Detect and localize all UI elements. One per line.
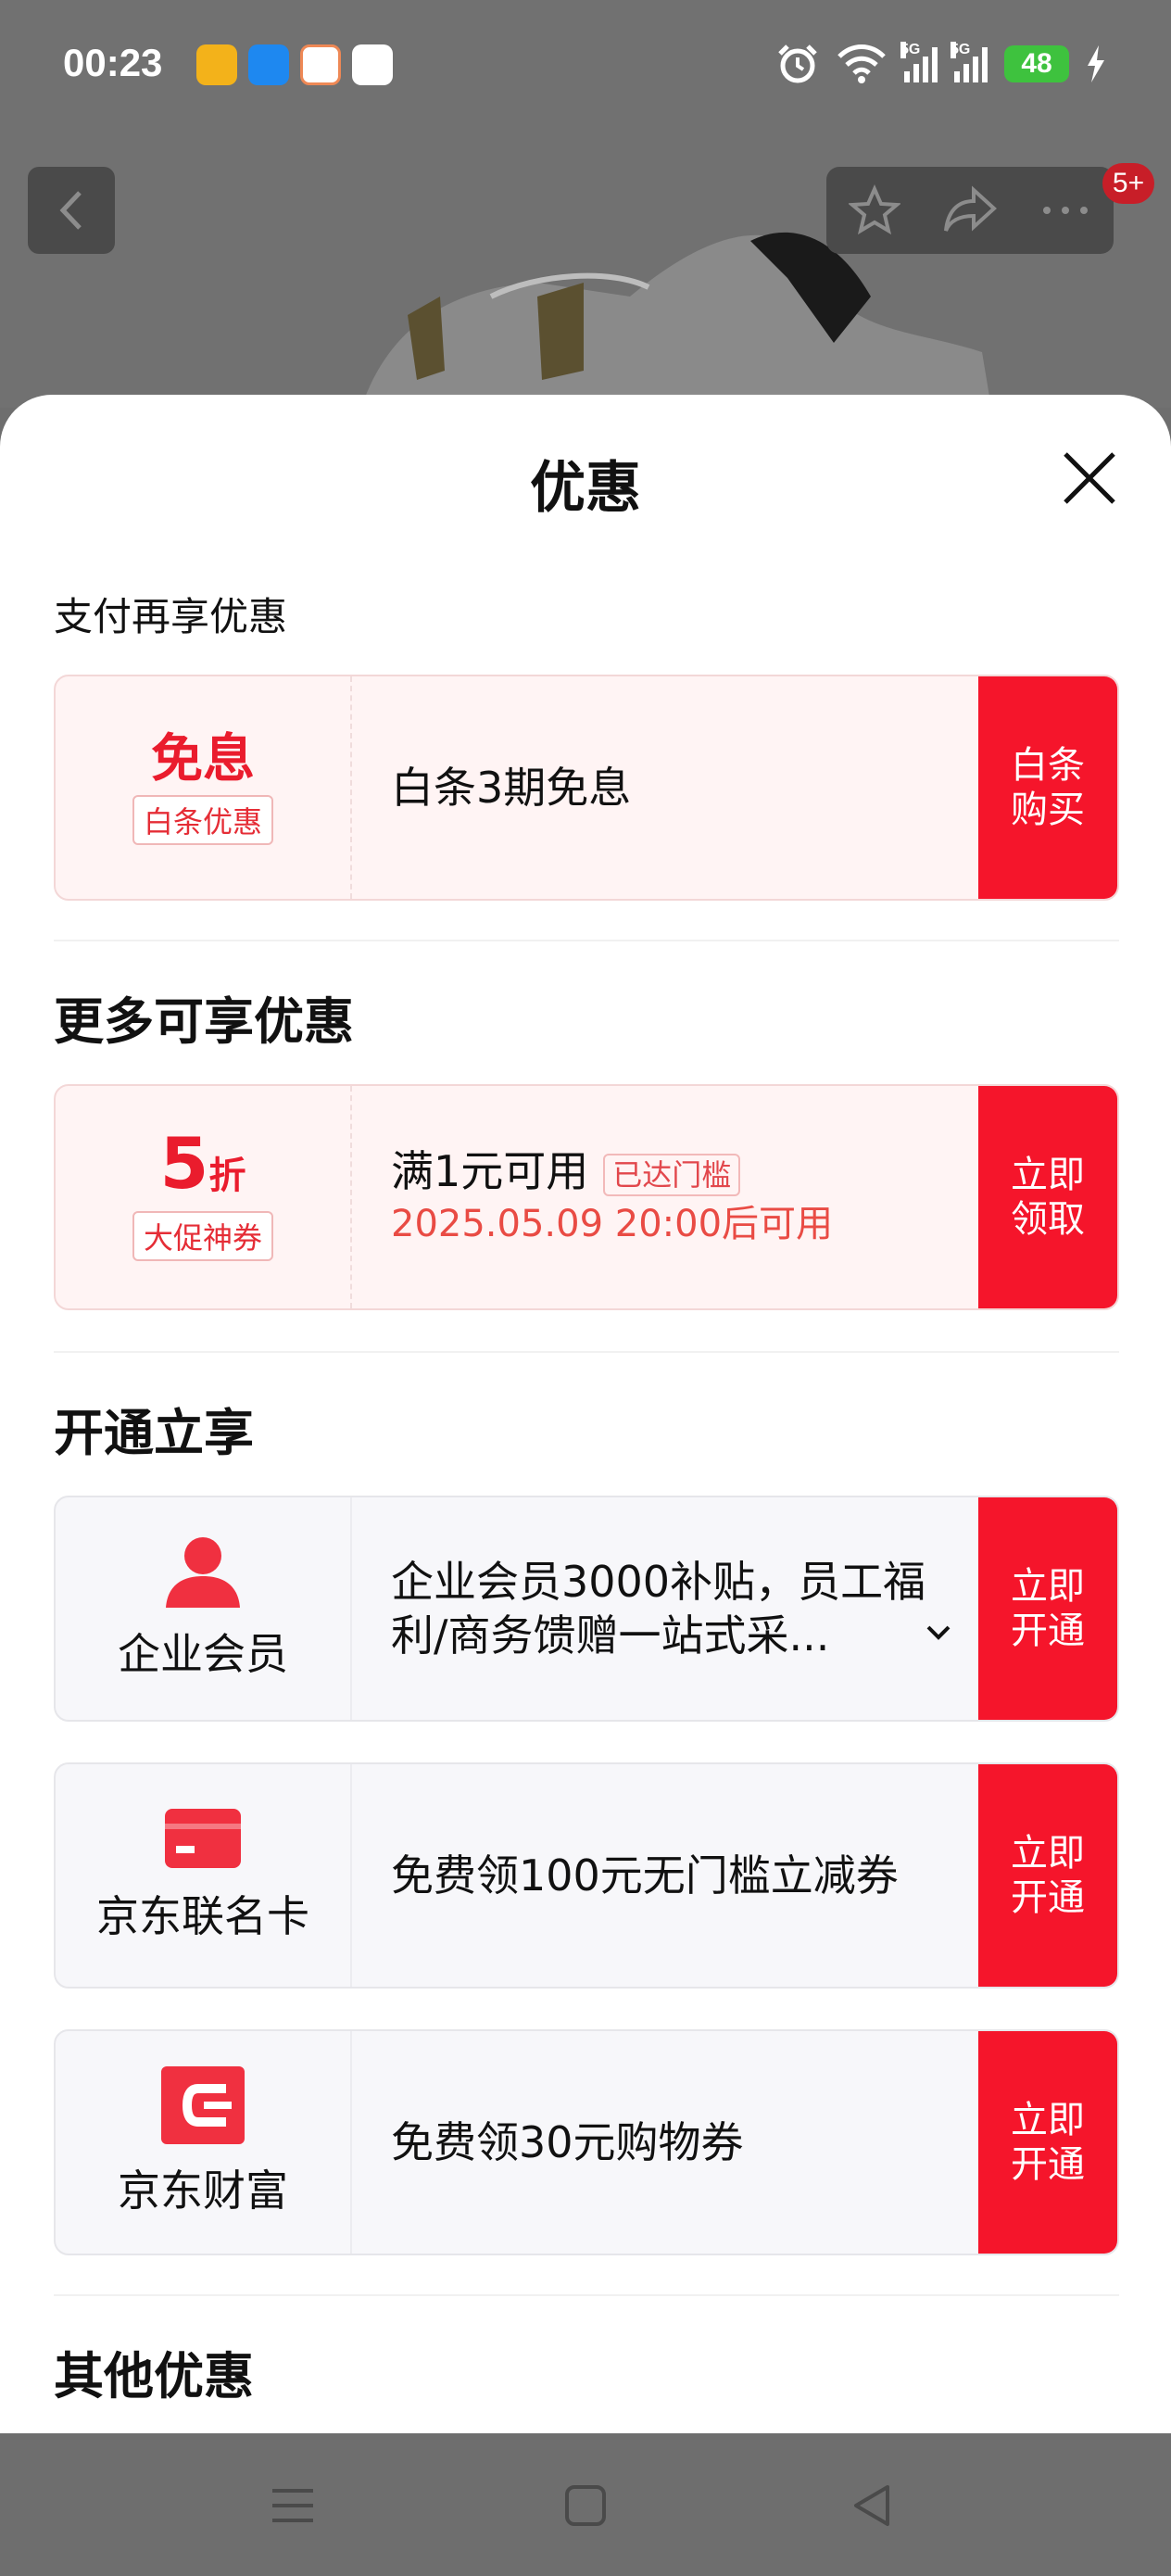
gallery-app-icon	[300, 44, 341, 85]
header-actions	[826, 167, 1114, 254]
baitiao-buy-label: 白条购买	[1011, 744, 1085, 831]
enterprise-member-badge: 企业会员	[56, 1497, 352, 1720]
menu-icon[interactable]	[265, 2480, 321, 2532]
coupon-valid-time: 2025.05.09 20:00后可用	[391, 1203, 834, 1245]
enterprise-member-card: 企业会员 企业会员3000补贴，员工福利/商务馈赠一站式采... 立即开通	[54, 1496, 1119, 1722]
charging-icon	[1088, 45, 1104, 82]
network-type-label: 5G	[900, 42, 921, 58]
section-divider	[54, 2294, 1119, 2296]
coupon-badge: 5折 大促神券	[56, 1086, 352, 1308]
discount-unit: 折	[208, 1154, 246, 1197]
jd-cobrand-text: 免费领100元无门槛立减券	[391, 1850, 899, 1900]
clock: 00:23	[63, 41, 163, 84]
battery-indicator: 48	[1004, 45, 1069, 82]
wifi-icon	[837, 44, 886, 83]
claim-coupon-label: 立即领取	[1011, 1154, 1085, 1241]
section-title-other: 其他优惠	[54, 2347, 254, 2406]
jd-finance-label: 京东财富	[118, 2166, 288, 2216]
enterprise-member-label: 企业会员	[118, 1629, 288, 1679]
baitiao-buy-button[interactable]: 白条购买	[978, 676, 1117, 899]
status-bar: 00:23 5G 5G 48	[0, 0, 1171, 139]
system-navigation-bar	[0, 2433, 1171, 2576]
claim-coupon-button[interactable]: 立即领取	[978, 1086, 1117, 1308]
coupon-tag: 大促神券	[132, 1210, 273, 1261]
back-button[interactable]	[28, 167, 115, 254]
network-type-label: 5G	[951, 42, 971, 58]
jd-finance-text: 免费领30元购物券	[391, 2117, 744, 2167]
promotions-sheet: 优惠 支付再享优惠 免息 白条优惠 白条3期免息 白条购买 更多可享优惠 5折 …	[0, 395, 1171, 2433]
coupon-condition: 满1元可用 已达门槛	[391, 1144, 978, 1198]
close-button[interactable]	[1056, 445, 1123, 511]
interest-free-label: 免息	[151, 729, 255, 789]
more-dots-icon	[1043, 207, 1089, 214]
weibo-app-icon	[196, 44, 237, 85]
favorite-button[interactable]	[833, 173, 916, 247]
jd-finance-open-button[interactable]: 立即开通	[978, 2031, 1117, 2254]
section-divider	[54, 1351, 1119, 1353]
section-title-payment: 支付再享优惠	[54, 594, 288, 639]
enterprise-member-text: 企业会员3000补贴，员工福利/商务馈赠一站式采...	[391, 1557, 926, 1661]
navigation-app-icon	[248, 44, 289, 85]
coupon-card: 5折 大促神券 满1元可用 已达门槛 2025.05.09 20:00后可用 立即…	[54, 1084, 1119, 1310]
coupon-condition-text: 满1元可用	[391, 1146, 589, 1196]
close-icon	[1064, 452, 1115, 504]
sheet-title: 优惠	[530, 456, 641, 521]
threshold-reached-tag: 已达门槛	[603, 1153, 741, 1196]
enterprise-open-label: 立即开通	[1011, 1565, 1085, 1652]
back-triangle-icon[interactable]	[845, 2480, 900, 2532]
star-icon	[848, 184, 900, 235]
baitiao-offer-badge: 免息 白条优惠	[56, 676, 352, 899]
section-title-membership: 开通立享	[54, 1404, 254, 1462]
jd-cobrand-open-button[interactable]: 立即开通	[978, 1764, 1117, 1987]
chevron-left-icon	[59, 191, 82, 230]
credit-card-icon	[165, 1809, 241, 1868]
photos-app-icon	[352, 44, 393, 85]
baitiao-offer-text: 白条3期免息	[391, 763, 632, 813]
jd-finance-logo-icon	[161, 2066, 245, 2144]
share-icon	[943, 185, 997, 232]
jd-finance-card: 京东财富 免费领30元购物券 立即开通	[54, 2029, 1119, 2255]
jd-cobrand-card: 京东联名卡 免费领100元无门槛立减券 立即开通	[54, 1762, 1119, 1989]
home-icon[interactable]	[558, 2480, 613, 2532]
cart-count-badge: 5+	[1102, 163, 1154, 204]
jd-cobrand-label: 京东联名卡	[96, 1891, 309, 1941]
baitiao-tag: 白条优惠	[132, 795, 273, 845]
discount-number: 5	[159, 1121, 209, 1205]
enterprise-open-button[interactable]: 立即开通	[978, 1497, 1117, 1720]
cell-signal-2-icon: 5G	[951, 42, 988, 82]
section-title-more: 更多可享优惠	[54, 992, 354, 1051]
section-divider	[54, 940, 1119, 941]
more-button[interactable]	[1024, 173, 1107, 247]
alarm-icon	[778, 44, 817, 83]
share-button[interactable]	[928, 173, 1012, 247]
jd-finance-open-label: 立即开通	[1011, 2099, 1085, 2186]
jd-finance-badge: 京东财富	[56, 2031, 352, 2254]
jd-cobrand-open-label: 立即开通	[1011, 1832, 1085, 1919]
chevron-down-icon[interactable]	[925, 1623, 952, 1642]
jd-cobrand-badge: 京东联名卡	[56, 1764, 352, 1987]
cell-signal-1-icon: 5G	[900, 42, 938, 82]
baitiao-offer-card: 免息 白条优惠 白条3期免息 白条购买	[54, 675, 1119, 901]
person-icon	[166, 1537, 240, 1608]
discount-value: 5折	[160, 1128, 246, 1206]
